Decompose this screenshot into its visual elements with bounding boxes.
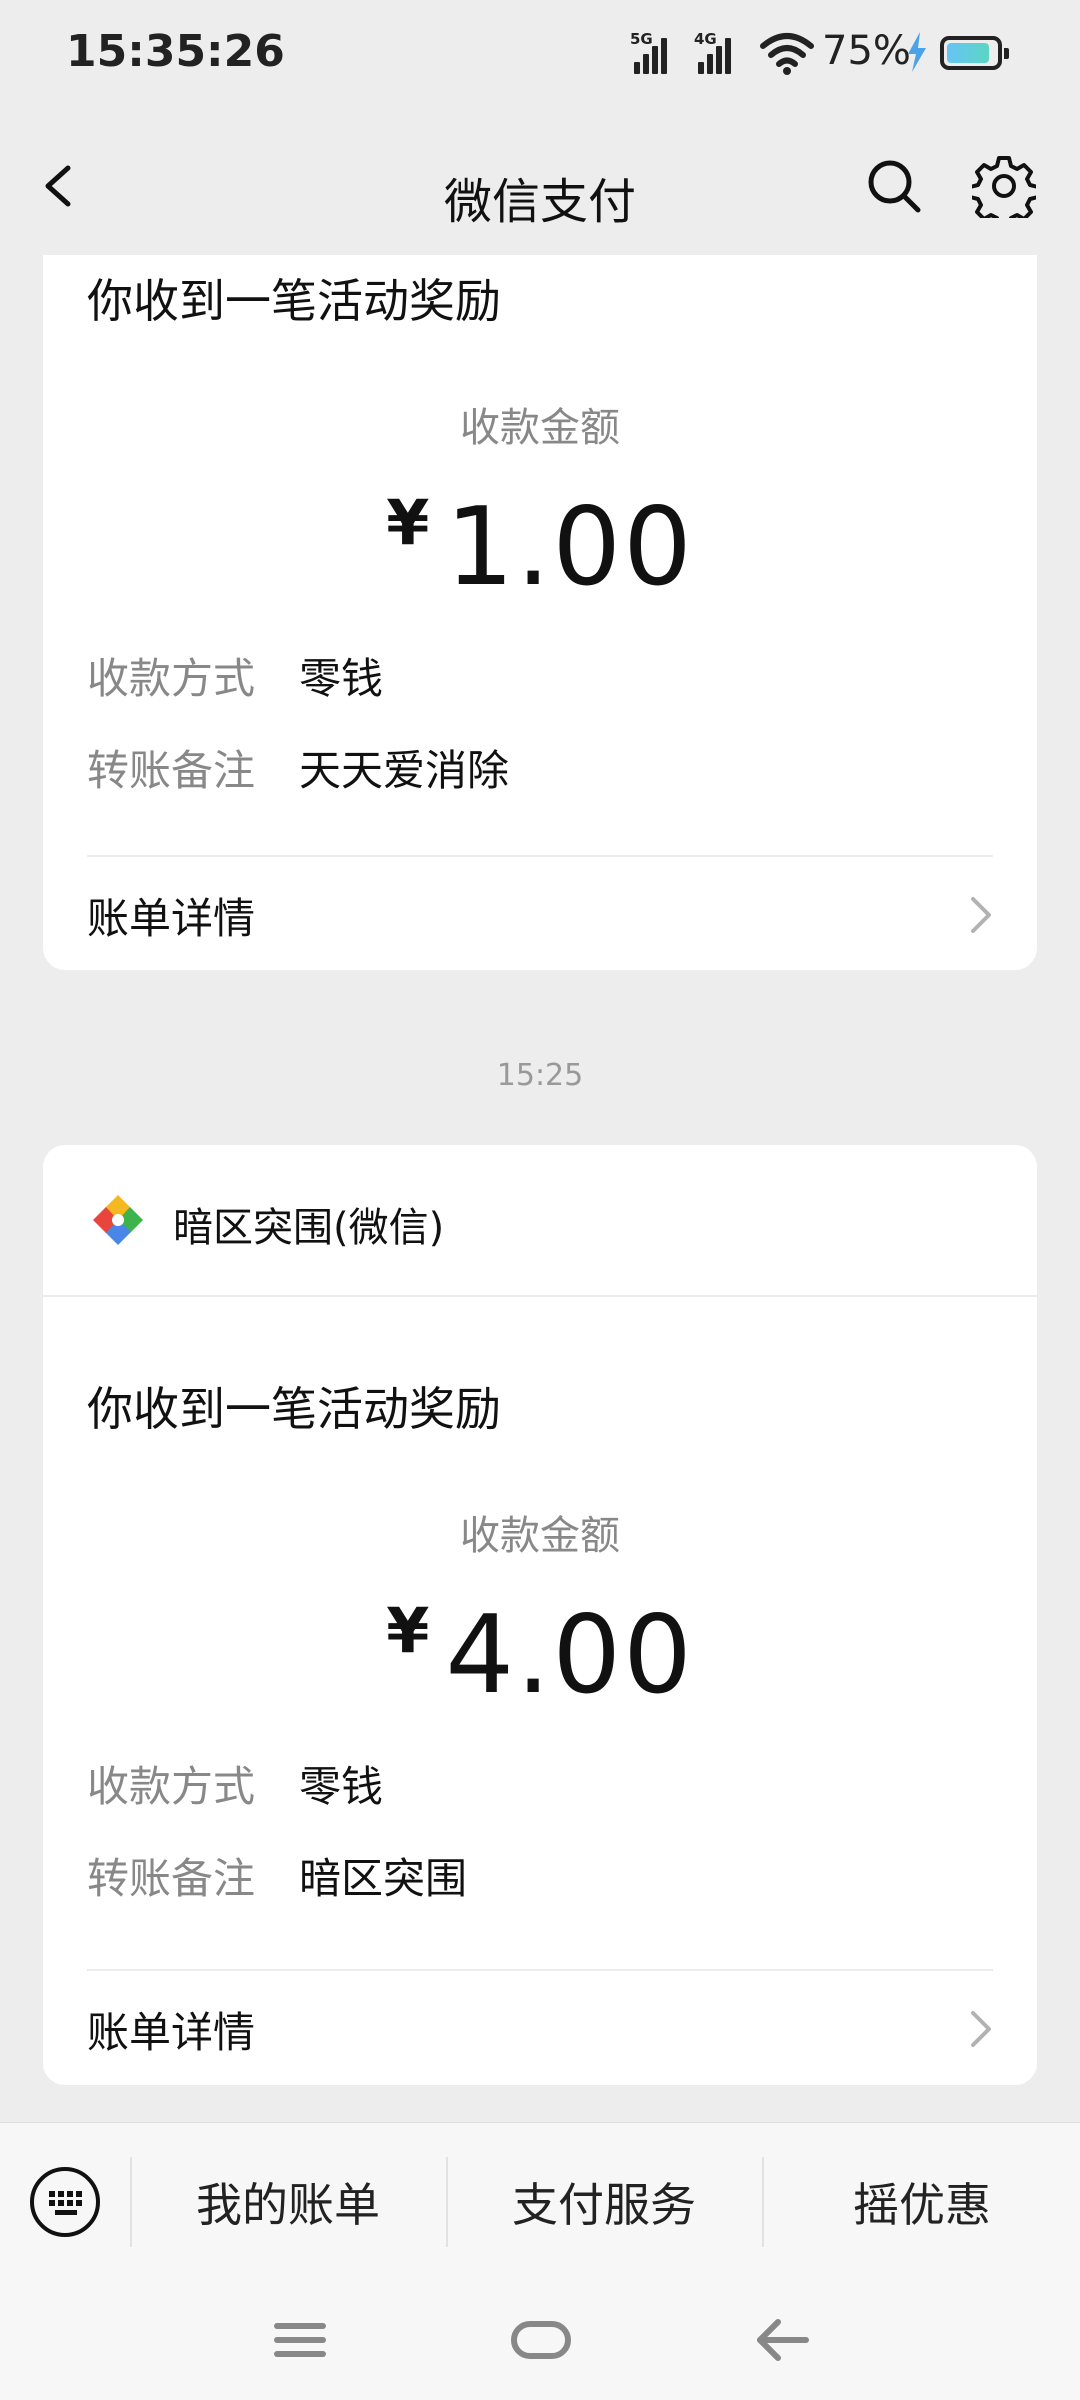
payment-card: 暗区突围(微信) 你收到一笔活动奖励 收款金额 ¥4.00 收款方式 零钱 转账… (43, 1145, 1037, 2085)
currency-symbol: ¥ (386, 486, 430, 559)
battery-icon (940, 36, 1009, 70)
menu-icon[interactable] (265, 2310, 335, 2370)
amount-label: 收款金额 (460, 1513, 620, 1559)
cellular-signal-icon: 4G (694, 30, 738, 74)
menu-shake-offers[interactable]: 摇优惠 (764, 2169, 1080, 2235)
search-icon[interactable] (864, 156, 924, 216)
amount-number: 1.00 (445, 485, 694, 610)
payment-method-value: 零钱 (299, 1762, 384, 1811)
amount-value: ¥1.00 (43, 485, 1037, 610)
bill-details-link[interactable]: 账单详情 (43, 857, 1037, 967)
wifi-icon (760, 33, 814, 75)
transfer-note-value: 暗区突围 (299, 1854, 468, 1903)
status-bar: 15:35:26 5G 4G 75% (0, 0, 1080, 110)
network-gen-label: 4G (694, 30, 717, 48)
menu-my-bills[interactable]: 我的账单 (132, 2169, 444, 2235)
card-title: 你收到一笔活动奖励 (87, 274, 501, 328)
bottom-menu: 我的账单 支付服务 摇优惠 (0, 2122, 1080, 2281)
sender-row[interactable]: 暗区突围(微信) (43, 1145, 1037, 1297)
app-header: 微信支付 (0, 110, 1080, 255)
currency-symbol: ¥ (386, 1594, 430, 1667)
cellular-signal-icon: 5G (630, 30, 674, 74)
payment-method-value: 零钱 (299, 654, 384, 703)
keyboard-icon[interactable] (28, 2165, 102, 2239)
bill-details-label: 账单详情 (87, 2008, 256, 2057)
menu-payment-services[interactable]: 支付服务 (448, 2169, 760, 2235)
payment-card: 你收到一笔活动奖励 收款金额 ¥1.00 收款方式 零钱 转账备注 天天爱消除 … (43, 255, 1037, 970)
back-icon[interactable] (748, 2310, 818, 2370)
payment-method-label: 收款方式 (87, 654, 256, 703)
amount-number: 4.00 (445, 1593, 694, 1718)
battery-percent: 75% (822, 28, 911, 74)
home-icon[interactable] (506, 2310, 576, 2370)
transfer-note-value: 天天爱消除 (299, 746, 510, 795)
chevron-right-icon (971, 2011, 991, 2047)
payment-method-label: 收款方式 (87, 1762, 256, 1811)
gear-icon[interactable] (972, 154, 1036, 218)
charging-bolt-icon (908, 32, 926, 72)
amount-value: ¥4.00 (43, 1593, 1037, 1718)
app-logo-icon (93, 1195, 143, 1245)
sender-name: 暗区突围(微信) (173, 1205, 445, 1251)
transfer-note-label: 转账备注 (87, 1854, 256, 1903)
card-title: 你收到一笔活动奖励 (87, 1382, 501, 1436)
status-time: 15:35:26 (66, 26, 285, 77)
message-timestamp: 15:25 (496, 1058, 584, 1093)
chevron-right-icon (971, 897, 991, 933)
amount-label: 收款金额 (460, 405, 620, 451)
bill-details-link[interactable]: 账单详情 (43, 1971, 1037, 2081)
bill-details-label: 账单详情 (87, 894, 256, 943)
network-gen-label: 5G (630, 30, 653, 48)
system-nav-bar (0, 2280, 1080, 2400)
transfer-note-label: 转账备注 (87, 746, 256, 795)
